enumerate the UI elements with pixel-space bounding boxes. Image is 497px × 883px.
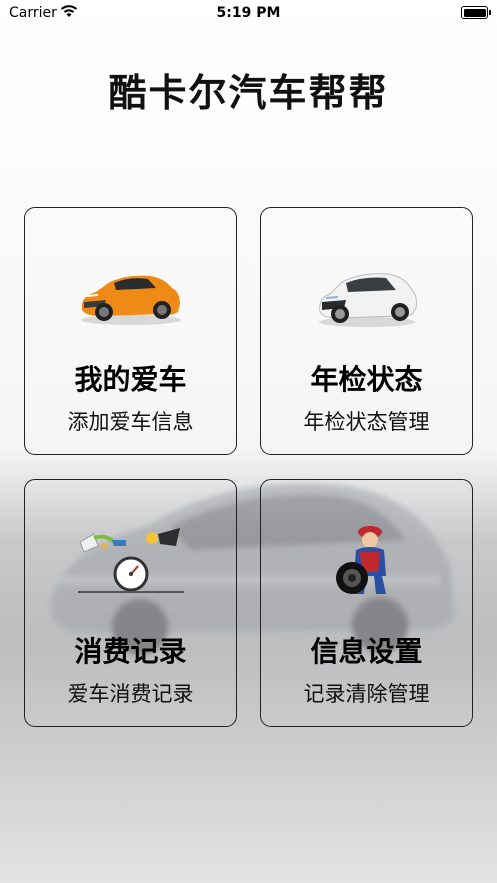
card-title: 消费记录 bbox=[74, 635, 187, 668]
fuel-payment-icon bbox=[77, 528, 184, 593]
card-subtitle: 爱车消费记录 bbox=[67, 682, 194, 706]
annual-inspection-card[interactable]: 年检状态 年检状态管理 bbox=[260, 207, 473, 455]
card-title: 信息设置 bbox=[310, 635, 423, 668]
info-settings-card[interactable]: 信息设置 记录清除管理 bbox=[260, 479, 473, 727]
my-car-card[interactable]: 我的爱车 添加爱车信息 bbox=[24, 207, 237, 455]
card-subtitle: 添加爱车信息 bbox=[67, 410, 194, 434]
orange-sports-car-icon bbox=[80, 275, 181, 325]
expense-records-card[interactable]: 消费记录 爱车消费记录 bbox=[24, 479, 237, 727]
status-time: 5:19 PM bbox=[216, 5, 281, 21]
status-bar: Carrier 5:19 PM bbox=[0, 0, 497, 26]
card-title: 年检状态 bbox=[310, 363, 423, 396]
card-subtitle: 年检状态管理 bbox=[303, 410, 430, 434]
white-sedan-icon bbox=[318, 273, 417, 327]
card-subtitle: 记录清除管理 bbox=[303, 682, 430, 706]
mechanic-tire-icon bbox=[335, 526, 386, 594]
app-title: 酷卡尔汽车帮帮 bbox=[108, 71, 389, 115]
card-title: 我的爱车 bbox=[74, 363, 187, 396]
battery-icon bbox=[461, 6, 491, 19]
